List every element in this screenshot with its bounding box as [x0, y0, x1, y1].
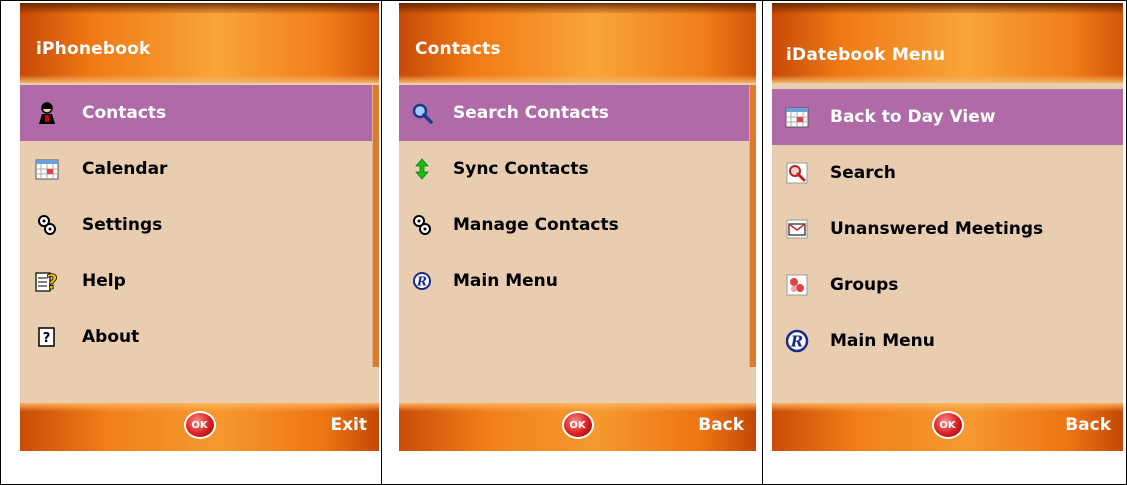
panel-idatebook-menu: iDatebook Menu Back to Day View Search U…	[762, 0, 1127, 485]
title-bar: iDatebook Menu	[772, 3, 1123, 83]
exit-softkey[interactable]: Exit	[330, 415, 367, 435]
panel-iphonebook: iPhonebook Contacts Calendar Settings ? …	[0, 0, 382, 485]
menu-item-groups[interactable]: Groups	[772, 257, 1123, 313]
scrollbar[interactable]	[749, 85, 756, 367]
envelope-icon	[784, 216, 810, 242]
calendar-icon	[34, 156, 60, 182]
menu-item-label: Main Menu	[453, 271, 558, 291]
menu-item-contacts[interactable]: Contacts	[20, 85, 379, 141]
panel-contacts: Contacts Search Contacts Sync Contacts M…	[381, 0, 763, 485]
back-softkey[interactable]: Back	[1065, 415, 1111, 435]
menu-item-label: Search Contacts	[453, 103, 609, 123]
about-icon: ?	[34, 324, 60, 350]
menu-item-help[interactable]: ? Help	[20, 253, 379, 309]
menu-item-settings[interactable]: Settings	[20, 197, 379, 253]
screen-title: iDatebook Menu	[786, 45, 946, 65]
person-icon	[34, 100, 60, 126]
menu-item-calendar[interactable]: Calendar	[20, 141, 379, 197]
screen-title: iPhonebook	[36, 39, 151, 59]
menu-list: Back to Day View Search Unanswered Meeti…	[772, 89, 1123, 369]
menu-item-label: Contacts	[82, 103, 167, 123]
search-icon	[784, 160, 810, 186]
menu-list: Contacts Calendar Settings ? Help ? Abou…	[20, 85, 379, 365]
scrollbar-thumb[interactable]	[750, 85, 756, 367]
menu-item-label: Manage Contacts	[453, 215, 619, 235]
phone-screen: Contacts Search Contacts Sync Contacts M…	[399, 3, 756, 451]
sync-icon	[409, 156, 435, 182]
menu-item-main-menu[interactable]: R Main Menu	[399, 253, 756, 309]
svg-text:?: ?	[46, 270, 58, 293]
scrollbar-thumb[interactable]	[373, 85, 379, 367]
menu-item-label: About	[82, 327, 140, 347]
screenshot-table: iPhonebook Contacts Calendar Settings ? …	[0, 0, 1127, 485]
groups-icon	[784, 272, 810, 298]
settings-icon	[409, 212, 435, 238]
phone-screen: iDatebook Menu Back to Day View Search U…	[772, 3, 1123, 451]
svg-text:R: R	[416, 275, 427, 289]
menu-item-label: Sync Contacts	[453, 159, 589, 179]
search-icon	[409, 100, 435, 126]
menu-item-back-to-day-view[interactable]: Back to Day View	[772, 89, 1123, 145]
menu-item-search-contacts[interactable]: Search Contacts	[399, 85, 756, 141]
phone-screen: iPhonebook Contacts Calendar Settings ? …	[20, 3, 379, 451]
menu-item-search[interactable]: Search	[772, 145, 1123, 201]
title-bar: iPhonebook	[20, 3, 379, 83]
menu-item-label: Calendar	[82, 159, 168, 179]
help-icon: ?	[34, 268, 60, 294]
svg-text:?: ?	[43, 331, 51, 346]
softkey-bar: OK Back	[772, 403, 1123, 451]
scrollbar[interactable]	[372, 85, 379, 367]
menu-list: Search Contacts Sync Contacts Manage Con…	[399, 85, 756, 309]
menu-item-unanswered-meetings[interactable]: Unanswered Meetings	[772, 201, 1123, 257]
calendar-icon	[784, 104, 810, 130]
menu-item-label: Settings	[82, 215, 163, 235]
screen-title: Contacts	[415, 39, 501, 59]
menu-item-label: Help	[82, 271, 126, 291]
settings-icon	[34, 212, 60, 238]
ok-button[interactable]: OK	[931, 411, 964, 439]
menu-item-label: Back to Day View	[830, 107, 996, 127]
ok-button[interactable]: OK	[183, 411, 216, 439]
svg-text:R: R	[790, 333, 803, 351]
menu-item-label: Main Menu	[830, 331, 935, 351]
registered-icon: R	[409, 268, 435, 294]
menu-item-label: Search	[830, 163, 896, 183]
menu-item-sync-contacts[interactable]: Sync Contacts	[399, 141, 756, 197]
title-bar: Contacts	[399, 3, 756, 83]
menu-item-manage-contacts[interactable]: Manage Contacts	[399, 197, 756, 253]
menu-item-about[interactable]: ? About	[20, 309, 379, 365]
ok-button[interactable]: OK	[561, 411, 594, 439]
menu-item-label: Groups	[830, 275, 899, 295]
softkey-bar: OK Exit	[20, 403, 379, 451]
softkey-bar: OK Back	[399, 403, 756, 451]
menu-item-label: Unanswered Meetings	[830, 219, 1044, 239]
registered-icon: R	[784, 328, 810, 354]
menu-item-main-menu[interactable]: R Main Menu	[772, 313, 1123, 369]
back-softkey[interactable]: Back	[698, 415, 744, 435]
